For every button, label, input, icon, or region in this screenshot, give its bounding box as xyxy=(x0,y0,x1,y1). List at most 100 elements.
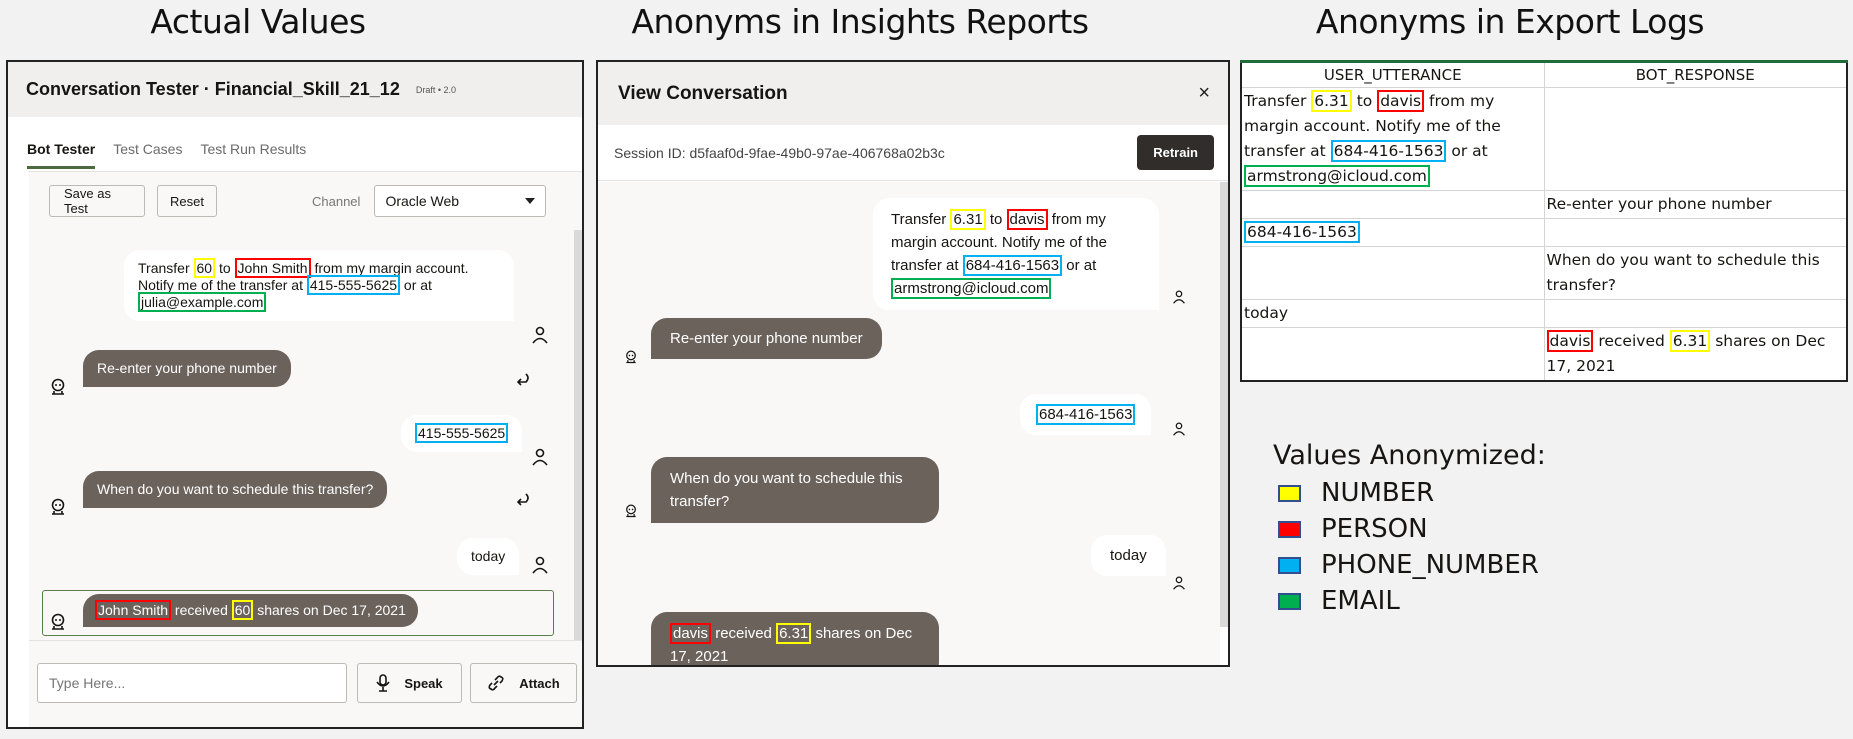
email-highlight: armstrong@icloud.com xyxy=(1244,165,1430,187)
legend-label: NUMBER xyxy=(1321,478,1435,508)
conversation-transcript: Transfer 6.31 to davis from my margin ac… xyxy=(598,182,1220,665)
view-conversation-dialog: View Conversation × Session ID: d5faaf0d… xyxy=(596,60,1230,667)
cell-text: to xyxy=(1351,92,1378,110)
number-highlight: 60 xyxy=(193,258,216,278)
title-actual-values: Actual Values xyxy=(150,2,366,41)
msg-text: Re-enter your phone number xyxy=(97,360,277,376)
user-utterance-cell: today xyxy=(1240,299,1545,328)
person-highlight: davis xyxy=(1006,209,1048,230)
tab-test-run-results[interactable]: Test Run Results xyxy=(200,141,306,169)
msg-text: When do you want to schedule this transf… xyxy=(97,481,374,497)
msg-text: or at xyxy=(1062,257,1097,274)
msg-text: to xyxy=(215,260,235,276)
chat-scrollbar[interactable] xyxy=(574,230,582,640)
bot-message: Re-enter your phone number xyxy=(83,350,291,387)
msg-text: When do you want to schedule this transf… xyxy=(670,470,903,510)
tab-test-cases[interactable]: Test Cases xyxy=(113,141,182,169)
retrain-button[interactable]: Retrain xyxy=(1137,135,1214,170)
column-header-bot-response: BOT_RESPONSE xyxy=(1543,60,1848,88)
legend-item-number: NUMBER xyxy=(1273,475,1546,511)
user-avatar-icon xyxy=(532,326,548,344)
msg-text: shares on Dec 17, 2021 xyxy=(253,602,406,618)
msg-text: Re-enter your phone number xyxy=(670,330,863,347)
reset-button[interactable]: Reset xyxy=(157,185,217,217)
bot-response-cell xyxy=(1543,87,1848,191)
bot-response-cell: Re-enter your phone number xyxy=(1543,190,1848,219)
close-icon[interactable]: × xyxy=(1198,82,1210,105)
user-utterance-cell xyxy=(1240,327,1545,382)
dialog-header: View Conversation × xyxy=(598,62,1228,125)
dialog-title: View Conversation xyxy=(618,82,788,104)
phone-highlight: 684-416-1563 xyxy=(1244,221,1360,243)
bot-avatar-icon xyxy=(51,613,65,630)
msg-text: today xyxy=(1110,547,1147,564)
cell-text: or at xyxy=(1446,142,1488,160)
microphone-icon xyxy=(376,674,390,692)
table-row: today xyxy=(1240,299,1848,328)
user-avatar-icon xyxy=(532,556,548,574)
bot-message: Re-enter your phone number xyxy=(651,318,882,359)
tester-toolbar: Save as Test Reset Channel Oracle Web xyxy=(29,172,582,230)
legend-swatch xyxy=(1278,556,1301,574)
conversation-tester-panel: Conversation Tester · Financial_Skill_21… xyxy=(6,60,584,729)
attach-button[interactable]: Attach xyxy=(470,663,577,703)
legend-title: Values Anonymized: xyxy=(1273,440,1546,471)
phone-highlight: 684-416-1563 xyxy=(962,255,1063,276)
bot-avatar-icon xyxy=(51,378,65,395)
number-highlight: 6.31 xyxy=(1311,90,1352,112)
msg-text: Transfer xyxy=(138,260,194,276)
msg-text: received xyxy=(171,602,232,618)
user-message: today xyxy=(457,538,520,575)
transcript-scrollbar[interactable] xyxy=(1220,182,1228,627)
number-highlight: 60 xyxy=(231,600,254,620)
channel-select[interactable]: Oracle Web xyxy=(374,185,547,217)
msg-text: today xyxy=(471,548,506,564)
legend-label: PHONE_NUMBER xyxy=(1321,550,1539,580)
phone-highlight: 684-416-1563 xyxy=(1330,140,1447,162)
message-input[interactable] xyxy=(37,663,347,703)
person-highlight: davis xyxy=(1546,330,1594,352)
table-header-row: USER_UTTERANCE BOT_RESPONSE xyxy=(1240,60,1848,88)
legend-item-email: EMAIL xyxy=(1273,583,1546,619)
reply-arrow-icon[interactable] xyxy=(514,370,532,388)
reply-arrow-icon[interactable] xyxy=(514,490,532,508)
export-log-table: USER_UTTERANCE BOT_RESPONSE Transfer 6.3… xyxy=(1240,60,1848,382)
chevron-down-icon xyxy=(525,198,536,204)
phone-highlight: 415-555-5625 xyxy=(306,275,401,295)
user-avatar-icon xyxy=(1173,576,1185,590)
msg-text: Transfer xyxy=(891,211,951,228)
user-message: Transfer 6.31 to davis from my margin ac… xyxy=(873,198,1159,310)
tab-bot-tester[interactable]: Bot Tester xyxy=(27,141,96,169)
user-utterance-cell xyxy=(1240,246,1545,300)
bot-response-cell xyxy=(1543,299,1848,328)
session-id: Session ID: d5faaf0d-9fae-49b0-97ae-4067… xyxy=(614,144,945,161)
chat-transcript: Transfer 60 to John Smith from my margin… xyxy=(29,230,574,640)
column-header-user-utterance: USER_UTTERANCE xyxy=(1240,60,1545,88)
phone-highlight: 415-555-5625 xyxy=(415,423,509,443)
table-row: Re-enter your phone number xyxy=(1240,190,1848,219)
bot-avatar-icon xyxy=(626,350,636,364)
cell-text: Transfer xyxy=(1244,92,1312,110)
tester-header: Conversation Tester · Financial_Skill_21… xyxy=(8,62,582,117)
link-icon xyxy=(488,675,504,691)
save-as-test-button[interactable]: Save as Test xyxy=(49,185,145,217)
anonymization-legend: Values Anonymized: NUMBER PERSON PHONE_N… xyxy=(1273,440,1546,619)
user-utterance-cell: Transfer 6.31 to davis from my margin ac… xyxy=(1240,87,1545,191)
table-row: Transfer 6.31 to davis from my margin ac… xyxy=(1240,87,1848,191)
user-utterance-cell: 684-416-1563 xyxy=(1240,218,1545,247)
speak-label: Speak xyxy=(404,675,443,691)
title-export-logs: Anonyms in Export Logs xyxy=(1315,2,1705,41)
cell-text: received xyxy=(1593,332,1670,350)
bot-message: When do you want to schedule this transf… xyxy=(83,471,388,508)
person-highlight: davis xyxy=(1377,90,1425,112)
user-avatar-icon xyxy=(1173,422,1185,436)
person-highlight: John Smith xyxy=(95,600,172,620)
user-avatar-icon xyxy=(532,448,548,466)
number-highlight: 6.31 xyxy=(950,209,986,230)
speak-button[interactable]: Speak xyxy=(357,663,462,703)
tester-title: Conversation Tester · Financial_Skill_21… xyxy=(26,79,400,99)
msg-text: received xyxy=(711,625,777,642)
user-message: today xyxy=(1091,535,1166,576)
msg-text: or at xyxy=(400,277,432,293)
number-highlight: 6.31 xyxy=(776,623,812,644)
